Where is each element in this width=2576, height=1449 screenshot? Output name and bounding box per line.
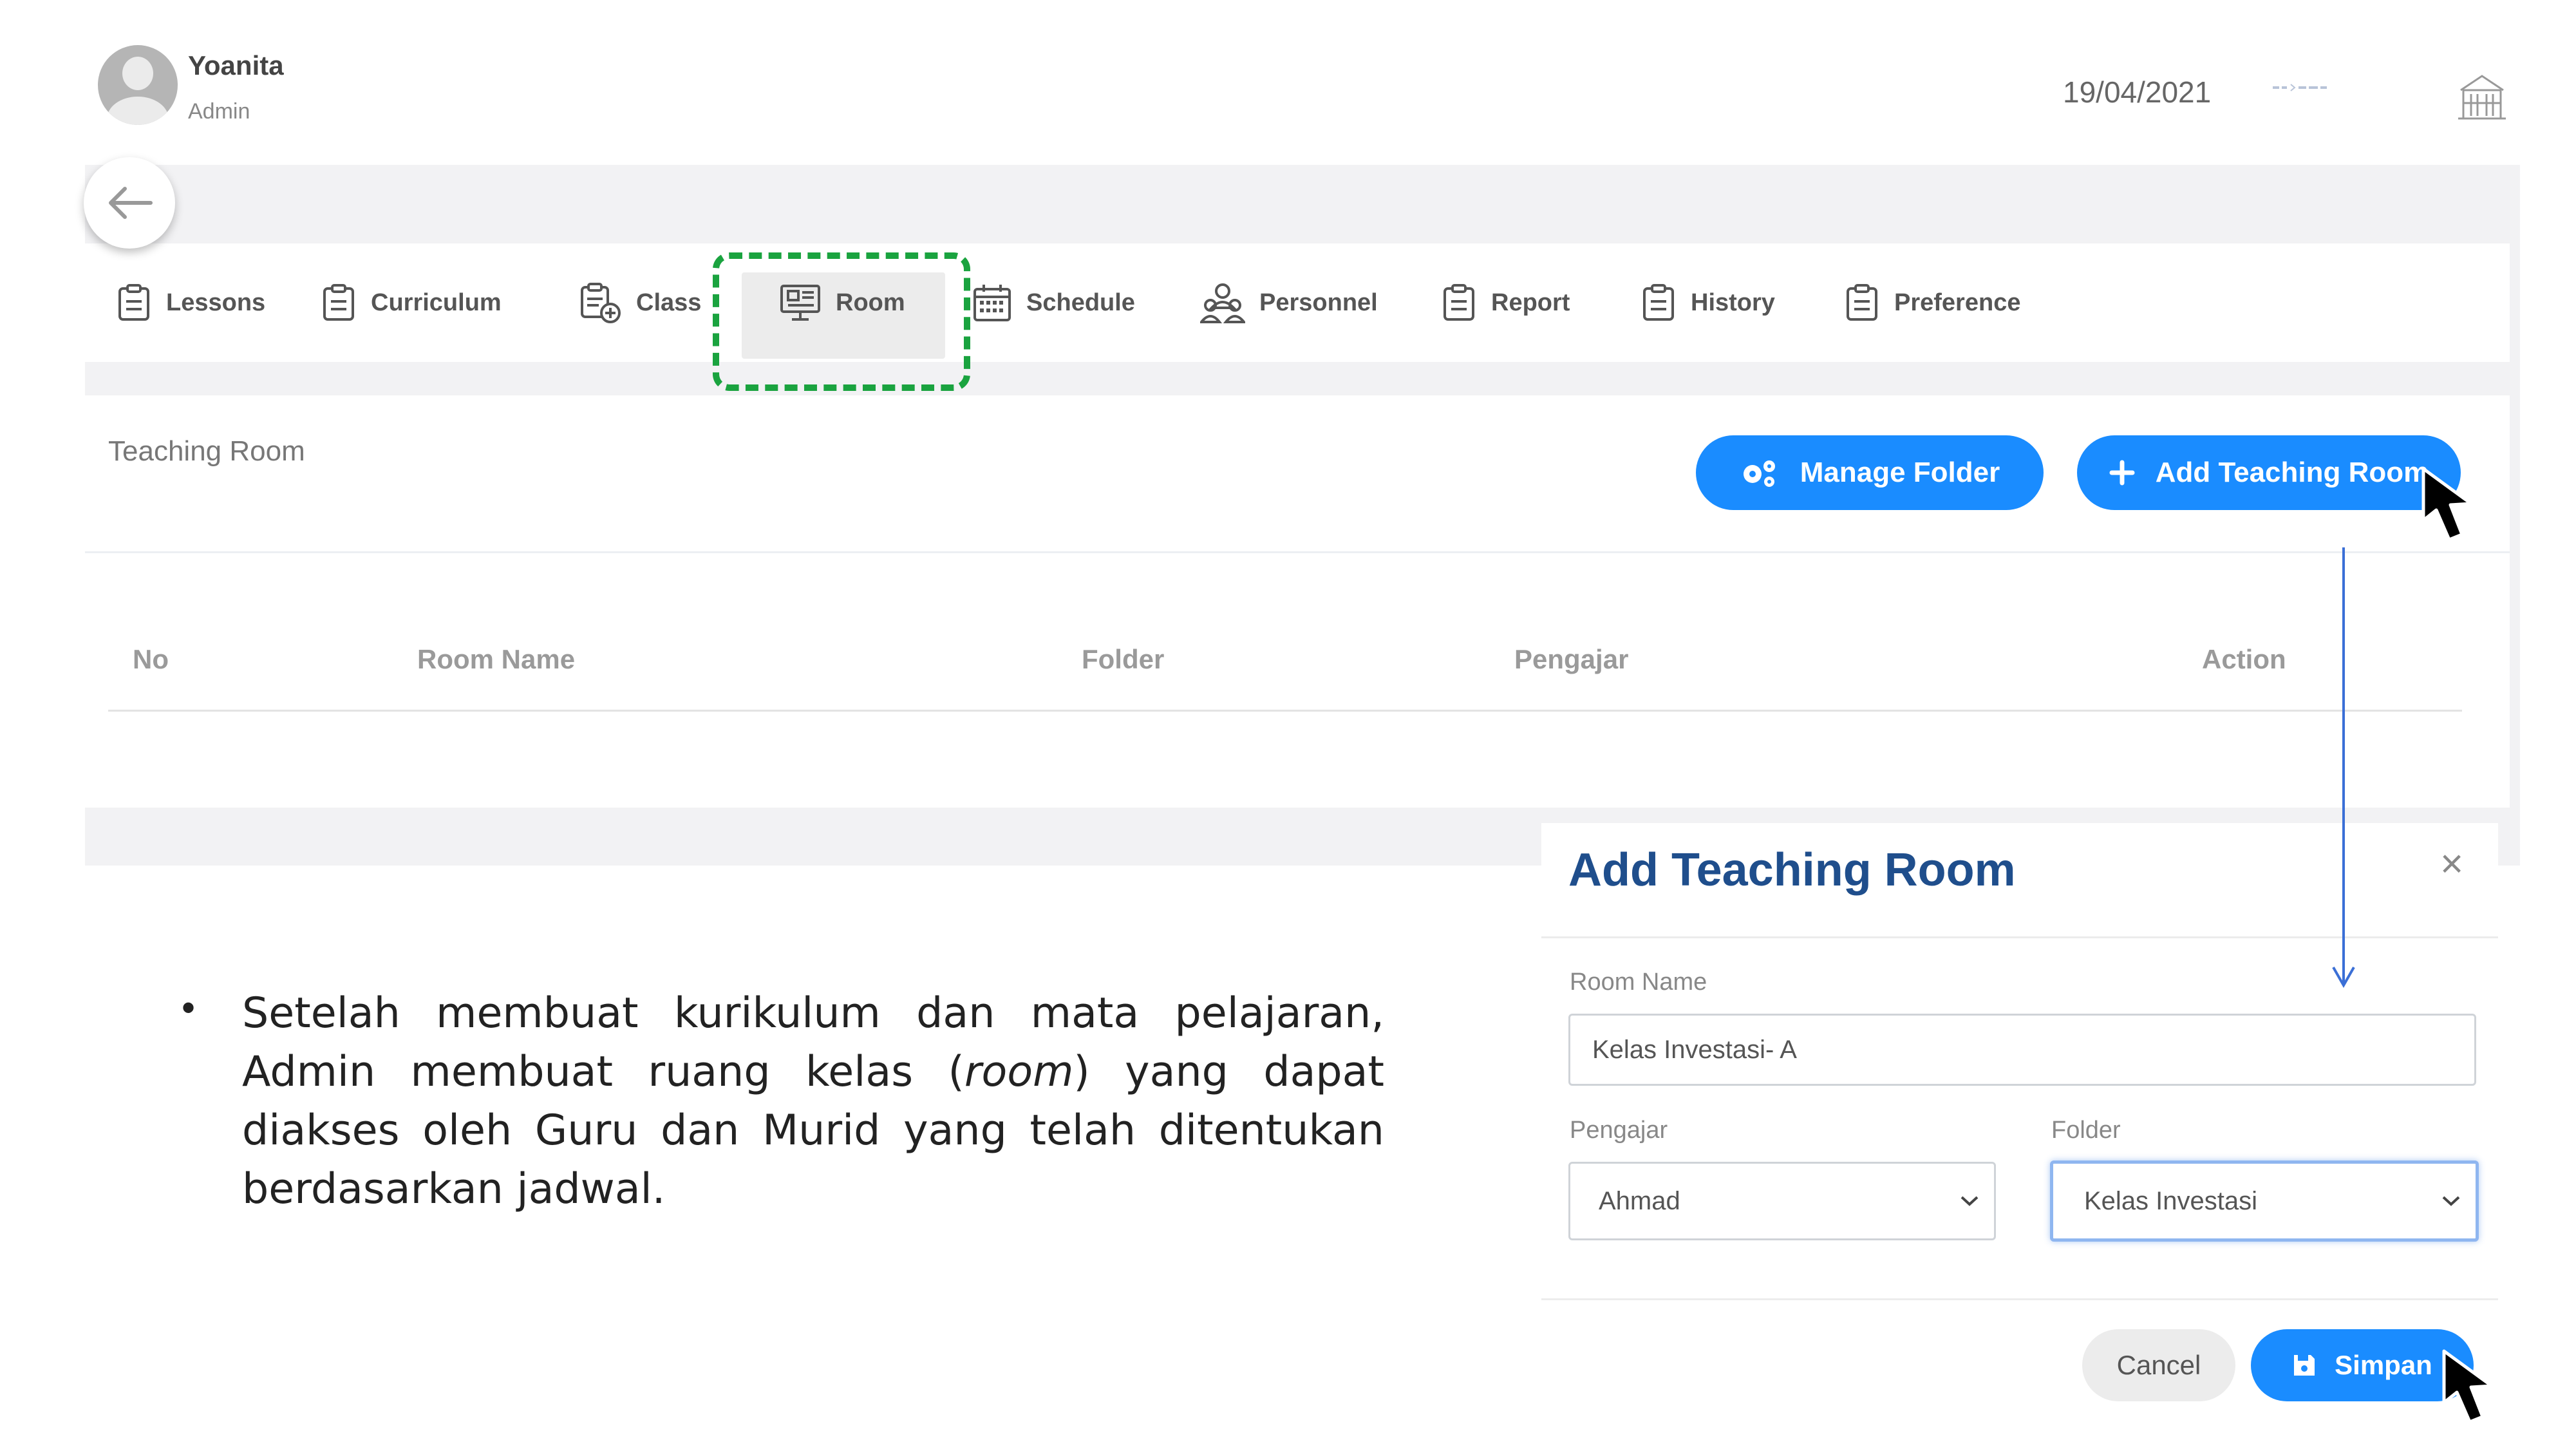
tab-lessons-label: Lessons <box>166 289 266 316</box>
mouse-cursor-icon <box>2421 467 2473 542</box>
column-header-room-name: Room Name <box>417 644 576 674</box>
tab-curriculum[interactable]: Curriculum <box>321 243 502 362</box>
column-header-folder: Folder <box>1082 644 1165 674</box>
bullet-marker: • <box>182 986 196 1029</box>
plus-icon <box>2109 460 2135 486</box>
room-tab-highlight <box>713 252 970 391</box>
gears-icon <box>1743 460 1775 487</box>
room-name-label: Room Name <box>1570 969 1707 996</box>
tab-preference[interactable]: Preference <box>1844 243 2020 362</box>
clipboard-icon <box>1847 284 1877 321</box>
room-name-value: Kelas Investasi- A <box>1592 1035 1797 1064</box>
tab-history[interactable]: History <box>1641 243 1775 362</box>
tab-personnel-label: Personnel <box>1259 289 1378 316</box>
avatar-body-shape <box>107 97 169 125</box>
save-label: Simpan <box>2335 1350 2432 1380</box>
header-date: 19/04/2021 <box>2063 75 2212 109</box>
column-header-action: Action <box>2202 644 2286 674</box>
instruction-text-italic: room <box>964 1048 1074 1096</box>
user-name: Yoanita <box>188 50 284 80</box>
tab-curriculum-label: Curriculum <box>371 289 502 316</box>
tab-lessons[interactable]: Lessons <box>116 243 265 362</box>
tab-report[interactable]: Report <box>1441 243 1570 362</box>
room-name-input[interactable]: Kelas Investasi- A <box>1568 1014 2476 1086</box>
tab-personnel[interactable]: Personnel <box>1200 243 1378 362</box>
modal-footer-divider <box>1541 1298 2498 1300</box>
tab-schedule-label: Schedule <box>1026 289 1135 316</box>
clipboard-icon <box>1443 284 1474 321</box>
add-teaching-room-label: Add Teaching Room <box>2155 457 2429 488</box>
chevron-down-icon <box>2442 1196 2460 1206</box>
panel-divider <box>85 551 2510 553</box>
cancel-label: Cancel <box>2116 1350 2201 1380</box>
instruction-text: Setelah membuat kurikulum dan mata pelaj… <box>242 984 1384 1218</box>
folder-label: Folder <box>2051 1117 2121 1144</box>
pengajar-select[interactable]: Ahmad <box>1568 1162 1996 1240</box>
column-header-pengajar: Pengajar <box>1514 644 1629 674</box>
folder-select[interactable]: Kelas Investasi <box>2050 1160 2479 1242</box>
clipboard-icon <box>323 284 354 321</box>
clipboard-icon <box>118 284 149 321</box>
user-role: Admin <box>188 99 250 124</box>
decorative-logo-icon <box>2273 84 2327 91</box>
flow-arrow-down-icon <box>2332 547 2355 989</box>
clipboard-icon <box>1643 284 1674 321</box>
folder-value: Kelas Investasi <box>2084 1186 2258 1215</box>
column-header-no: No <box>133 644 169 674</box>
avatar-head-shape <box>122 57 153 90</box>
mouse-cursor-icon <box>2442 1349 2494 1424</box>
modal-title: Add Teaching Room <box>1568 844 2016 896</box>
school-building-icon[interactable] <box>2454 71 2510 122</box>
floppy-disk-icon <box>2294 1355 2315 1376</box>
tab-preference-label: Preference <box>1894 289 2021 316</box>
close-icon[interactable]: × <box>2440 841 2463 887</box>
manage-folder-button[interactable]: Manage Folder <box>1696 435 2044 510</box>
tab-report-label: Report <box>1491 289 1570 316</box>
tab-class-label: Class <box>636 289 702 316</box>
panel-title: Teaching Room <box>108 435 305 467</box>
tab-schedule[interactable]: Schedule <box>972 243 1135 362</box>
chevron-down-icon <box>1960 1196 1979 1206</box>
tab-class[interactable]: Class <box>579 243 701 362</box>
pengajar-label: Pengajar <box>1570 1117 1668 1144</box>
manage-folder-label: Manage Folder <box>1800 457 2000 488</box>
table-divider <box>108 710 2462 712</box>
people-icon <box>1200 283 1245 323</box>
arrow-left-icon <box>109 187 153 219</box>
tab-history-label: History <box>1691 289 1775 316</box>
add-teaching-room-button[interactable]: Add Teaching Room <box>2077 435 2461 510</box>
calendar-icon <box>973 285 1011 321</box>
clipboard-add-icon <box>581 283 621 323</box>
cancel-button[interactable]: Cancel <box>2082 1329 2235 1401</box>
back-button[interactable] <box>84 157 175 249</box>
pengajar-value: Ahmad <box>1599 1186 1680 1215</box>
avatar[interactable] <box>98 45 178 125</box>
